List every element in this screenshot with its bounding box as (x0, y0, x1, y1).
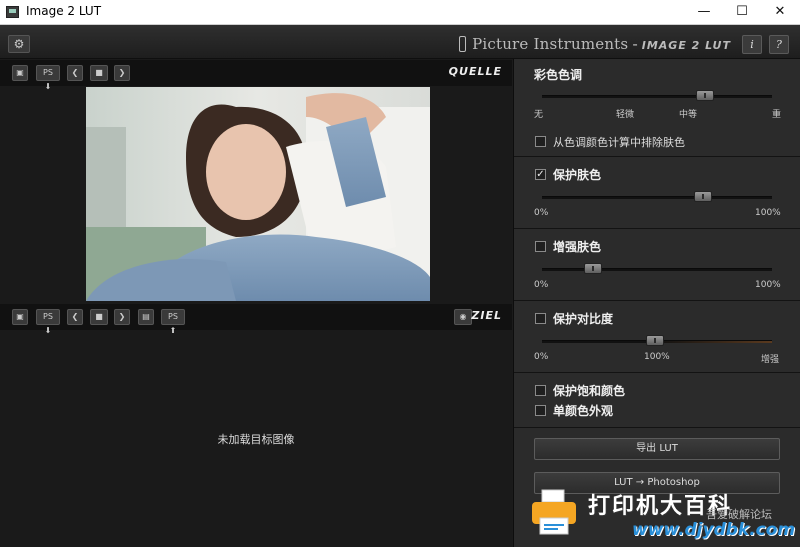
minimize-button[interactable]: — (685, 0, 723, 24)
protect-contrast-max: 增强 (761, 355, 780, 365)
color-tone-slider-handle[interactable] (696, 90, 715, 101)
settings-button[interactable]: ⚙ (8, 35, 30, 53)
target-ps-export-button[interactable]: PS ⬆ (161, 309, 185, 335)
monochrome-label: 单颜色外观 (553, 404, 614, 418)
target-label: ZIEL (471, 309, 502, 322)
check-icon: ✓ (536, 169, 545, 180)
options-panel: 保护饱和颜色 单颜色外观 (514, 373, 800, 428)
protect-skin-slider-handle[interactable] (694, 191, 712, 202)
protect-skin-min: 0% (534, 208, 549, 218)
brand-title: Picture Instruments - IMAGE 2 LUT (459, 34, 731, 54)
source-prev-button[interactable]: ❮ (67, 65, 83, 81)
product-name: IMAGE 2 LUT (641, 39, 731, 52)
target-open-folder-button[interactable]: ■ (90, 309, 108, 325)
target-next-button[interactable]: ❯ (114, 309, 130, 325)
chevron-left-icon: ❮ (71, 312, 79, 321)
enhance-skin-checkbox[interactable] (535, 241, 546, 252)
help-button[interactable]: ? (769, 35, 789, 54)
exclude-skin-label: 从色调颜色计算中排除肤色 (553, 136, 685, 149)
protect-saturation-label: 保护饱和颜色 (553, 384, 626, 398)
close-button[interactable]: ✕ (761, 0, 799, 24)
enhance-skin-slider-handle[interactable] (583, 263, 602, 274)
protect-skin-slider-track[interactable] (542, 196, 772, 199)
export-lut-button[interactable]: 导出 LUT (534, 438, 780, 460)
brand-name: Picture Instruments (472, 35, 629, 53)
protect-contrast-checkbox[interactable] (535, 313, 546, 324)
color-tone-tick-heavy: 重 (772, 110, 782, 120)
target-toolbar: ▣ PS ⬇ ❮ ■ ❯ ▤ PS ⬆ ◉ ZIEL (0, 304, 512, 335)
chevron-left-icon: ❮ (71, 68, 79, 77)
source-toolbar: ▣ PS ⬇ ❮ ■ ❯ QUELLE (0, 60, 512, 91)
protect-contrast-label: 保护对比度 (553, 312, 614, 326)
brand-separator: - (632, 35, 638, 53)
color-tone-tick-slight: 轻微 (616, 110, 635, 120)
source-next-button[interactable]: ❯ (114, 65, 130, 81)
target-prev-button[interactable]: ❮ (67, 309, 83, 325)
picture-instruments-logo-icon (459, 36, 467, 52)
protect-skin-checkbox[interactable]: ✓ (535, 169, 546, 180)
gear-icon: ⚙ (13, 37, 25, 51)
source-open-folder-button[interactable]: ■ (90, 65, 108, 81)
protect-contrast-slider-handle[interactable] (645, 335, 664, 346)
enhance-skin-slider-track[interactable] (542, 268, 772, 271)
protect-skin-label: 保护肤色 (553, 168, 602, 182)
protect-contrast-mid: 100% (644, 352, 670, 362)
color-tone-slider-track[interactable] (542, 95, 772, 98)
protect-contrast-panel: 保护对比度 0% 100% 增强 (514, 301, 800, 373)
folder-icon: ■ (95, 68, 103, 77)
monochrome-checkbox[interactable] (535, 405, 546, 416)
save-icon: ▣ (16, 68, 24, 77)
color-tone-tick-medium: 中等 (679, 110, 698, 120)
color-tone-heading: 彩色色调 (534, 68, 583, 82)
info-button[interactable]: i (742, 35, 762, 54)
source-save-button[interactable]: ▣ (12, 65, 28, 81)
enhance-skin-max: 100% (755, 280, 781, 290)
enhance-skin-label: 增强肤色 (553, 240, 602, 254)
window-titlebar: Image 2 LUT — ☐ ✕ (0, 0, 800, 25)
protect-saturation-checkbox[interactable] (535, 385, 546, 396)
maximize-button[interactable]: ☐ (723, 0, 761, 24)
window-title: Image 2 LUT (26, 4, 102, 18)
chevron-right-icon: ❯ (118, 68, 126, 77)
target-export-button[interactable]: ▤ (138, 309, 154, 325)
target-ps-import-button[interactable]: PS ⬇ (36, 309, 60, 335)
protect-skin-panel: ✓ 保护肤色 0% 100% (514, 157, 800, 229)
watermark: 打印机大百科 吾爱破解论坛 www.djydbk.com (526, 482, 800, 547)
source-image (86, 87, 430, 301)
save-icon: ▣ (16, 312, 24, 321)
chevron-right-icon: ❯ (118, 312, 126, 321)
target-preview-toggle[interactable]: ◉ (454, 309, 472, 325)
color-tone-tick-none: 无 (534, 110, 544, 120)
protect-contrast-min: 0% (534, 352, 549, 362)
folder-icon: ■ (95, 312, 103, 321)
eye-icon: ◉ (459, 312, 467, 321)
printer-logo-icon (530, 488, 578, 538)
app-icon (6, 6, 19, 18)
floppy-disk-icon: ▤ (142, 312, 150, 321)
empty-target-message: 未加载目标图像 (217, 433, 295, 446)
protect-skin-max: 100% (755, 208, 781, 218)
source-label: QUELLE (448, 65, 502, 78)
enhance-skin-min: 0% (534, 280, 549, 290)
enhance-skin-panel: 增强肤色 0% 100% (514, 229, 800, 301)
exclude-skin-checkbox[interactable] (535, 136, 546, 147)
settings-pane: 彩色色调 无 轻微 中等 重 从色调颜色计算中排除肤色 ✓ 保护肤色 0% 10… (513, 59, 800, 547)
watermark-url: www.djydbk.com (632, 520, 796, 540)
source-ps-import-button[interactable]: PS ⬇ (36, 65, 60, 91)
color-tone-panel: 彩色色调 无 轻微 中等 重 从色调颜色计算中排除肤色 (514, 59, 800, 157)
target-save-button[interactable]: ▣ (12, 309, 28, 325)
